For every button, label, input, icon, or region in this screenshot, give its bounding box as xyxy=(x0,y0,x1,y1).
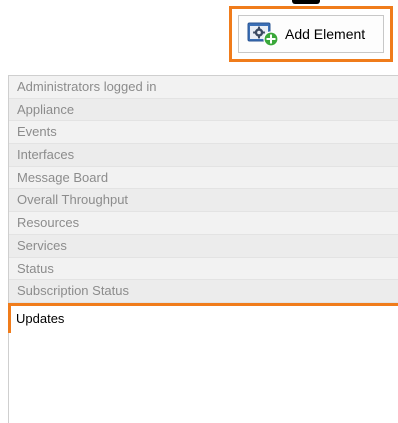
add-element-button[interactable]: Add Element xyxy=(229,6,393,62)
list-item-services[interactable]: Services xyxy=(9,234,398,258)
add-element-label: Add Element xyxy=(285,26,366,42)
list-item-resources[interactable]: Resources xyxy=(9,212,398,235)
list-item-appliance[interactable]: Appliance xyxy=(9,98,398,122)
gear-add-icon xyxy=(247,21,279,47)
list-item-overall-throughput[interactable]: Overall Throughput xyxy=(9,189,398,213)
list-item-subscription-status[interactable]: Subscription Status xyxy=(9,280,398,303)
list-item-updates[interactable]: Updates xyxy=(8,302,398,333)
list-item-events[interactable]: Events xyxy=(9,121,398,145)
add-element-button-face[interactable]: Add Element xyxy=(238,15,384,53)
cropped-mark xyxy=(292,0,320,4)
list-item-message-board[interactable]: Message Board xyxy=(9,166,398,190)
list-item-interfaces[interactable]: Interfaces xyxy=(9,144,398,167)
list-item-administrators-logged-in[interactable]: Administrators logged in xyxy=(9,76,398,99)
element-list: Administrators logged in Appliance Event… xyxy=(8,75,398,423)
list-item-status[interactable]: Status xyxy=(9,257,398,281)
